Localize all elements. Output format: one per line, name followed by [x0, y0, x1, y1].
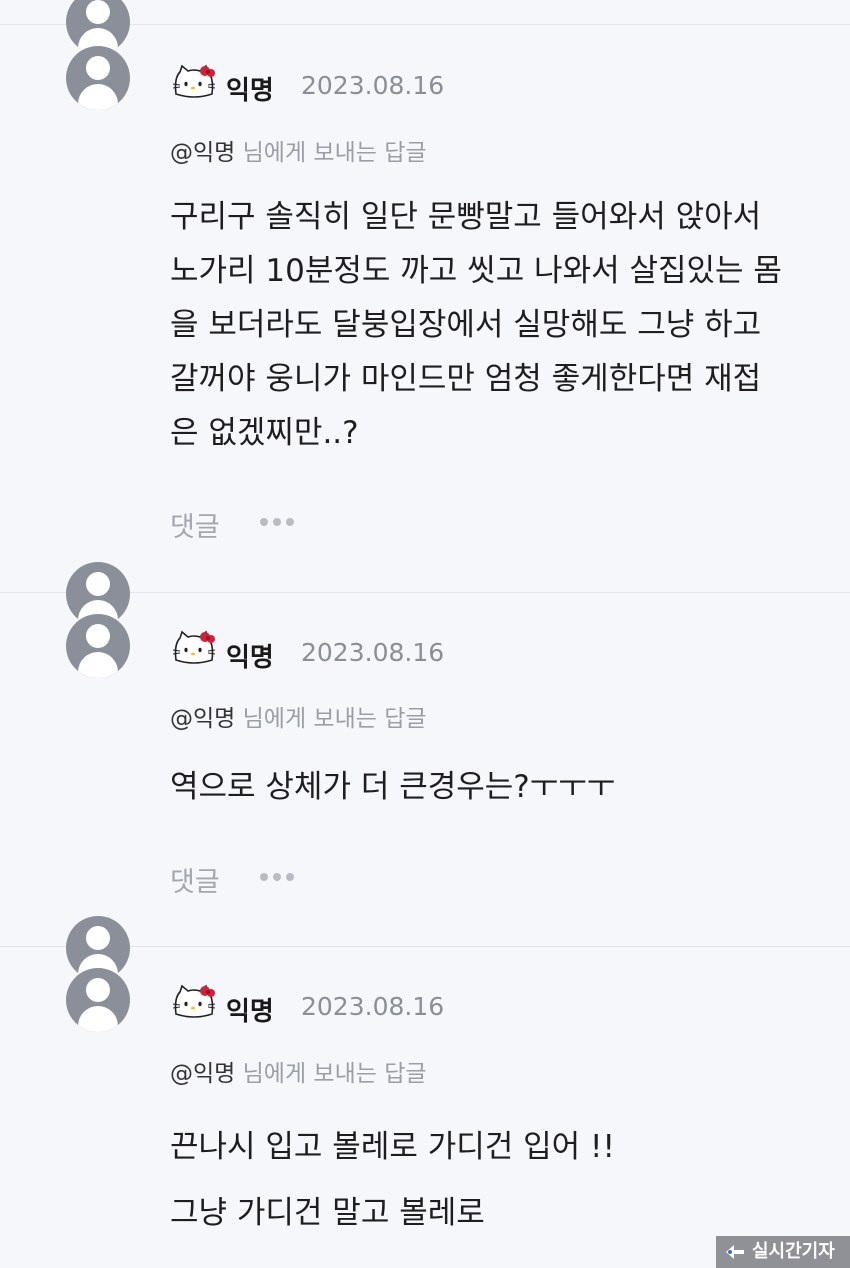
reply-label: 님에게 보내는 답글: [242, 1061, 427, 1087]
comment-line: 역으로 상체가 더 큰경우는?ㅜㅜㅜ: [170, 769, 616, 805]
watermark-text: 실시간기자: [752, 1241, 835, 1262]
watermark-logo-icon: [726, 1245, 744, 1259]
avatar[interactable]: [66, 614, 130, 678]
reply-target: @익명 님에게 보내는 답글: [170, 133, 427, 167]
author-name[interactable]: 익명: [226, 637, 274, 674]
hello-kitty-icon: [172, 64, 216, 98]
comment-line: 갈꺼야 웅니가 마인드만 엄청 좋게한다면 재접: [170, 361, 762, 397]
reply-target: @익명 님에게 보내는 답글: [170, 699, 427, 733]
mention-link[interactable]: @익명: [170, 1061, 235, 1087]
comment-date: 2023.08.16: [301, 71, 445, 100]
more-dots-icon[interactable]: [260, 871, 300, 881]
comment-body: 역으로 상체가 더 큰경우는?ㅜㅜㅜ: [170, 760, 820, 814]
hello-kitty-icon: [172, 630, 216, 664]
more-dots-icon[interactable]: [260, 516, 300, 526]
reply-label: 님에게 보내는 답글: [242, 706, 427, 732]
mention-link[interactable]: @익명: [170, 706, 235, 732]
mention-link[interactable]: @익명: [170, 140, 235, 166]
avatar[interactable]: [66, 968, 130, 1032]
comment-line: 구리구 솔직히 일단 문빵말고 들어와서 앉아서: [170, 199, 762, 235]
hello-kitty-icon: [172, 984, 216, 1018]
watermark: 실시간기자: [716, 1236, 850, 1268]
author-name[interactable]: 익명: [226, 991, 274, 1028]
comment-date: 2023.08.16: [301, 992, 445, 1021]
comment-line: 끈나시 입고 볼레로 가디건 입어 !!: [170, 1129, 615, 1165]
comment-line: 노가리 10분정도 까고 씻고 나와서 살집있는 몸: [170, 253, 782, 289]
reply-label: 님에게 보내는 답글: [242, 140, 427, 166]
author-name[interactable]: 익명: [226, 70, 274, 107]
comment-line: 은 없겠찌만..?: [170, 415, 359, 451]
comment-body: 끈나시 입고 볼레로 가디건 입어 !! 그냥 가디건 말고 볼레로: [170, 1114, 820, 1246]
comment-line: 을 보더라도 달붕입장에서 실망해도 그냥 하고: [170, 307, 762, 343]
reply-button[interactable]: 댓글: [170, 505, 220, 544]
reply-target: @익명 님에게 보내는 답글: [170, 1054, 427, 1088]
avatar[interactable]: [66, 46, 130, 110]
reply-button[interactable]: 댓글: [170, 860, 220, 899]
comment-body: 구리구 솔직히 일단 문빵말고 들어와서 앉아서 노가리 10분정도 까고 씻고…: [170, 190, 820, 460]
comment-date: 2023.08.16: [301, 638, 445, 667]
